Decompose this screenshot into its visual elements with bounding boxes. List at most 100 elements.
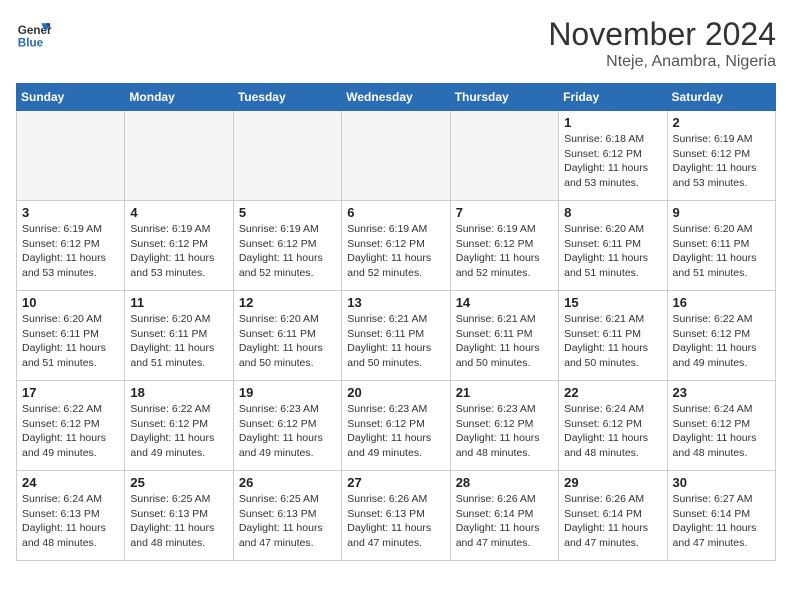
day-number: 22 xyxy=(564,385,661,400)
day-info: Sunrise: 6:22 AMSunset: 6:12 PMDaylight:… xyxy=(22,402,119,461)
day-number: 25 xyxy=(130,475,227,490)
calendar-cell: 27Sunrise: 6:26 AMSunset: 6:13 PMDayligh… xyxy=(342,471,450,561)
calendar-cell: 24 Sunrise: 6:24 AMSunset: 6:13 PMDayligh… xyxy=(17,471,125,561)
day-info: Sunrise: 6:20 AMSunset: 6:11 PMDaylight:… xyxy=(22,312,119,371)
calendar-cell: 10 Sunrise: 6:20 AMSunset: 6:11 PMDayligh… xyxy=(17,291,125,381)
day-number: 16 xyxy=(673,295,770,310)
day-info: Sunrise: 6:24 AMSunset: 6:12 PMDaylight:… xyxy=(564,402,661,461)
calendar-week-row: 1 Sunrise: 6:18 AMSunset: 6:12 PMDaylight… xyxy=(17,111,776,201)
weekday-header: Sunday xyxy=(17,84,125,111)
day-info: Sunrise: 6:21 AMSunset: 6:11 PMDaylight:… xyxy=(347,312,444,371)
day-info: Sunrise: 6:21 AMSunset: 6:11 PMDaylight:… xyxy=(564,312,661,371)
calendar-cell: 26Sunrise: 6:25 AMSunset: 6:13 PMDayligh… xyxy=(233,471,341,561)
calendar-cell: 28 Sunrise: 6:26 AMSunset: 6:14 PMDayligh… xyxy=(450,471,558,561)
day-number: 12 xyxy=(239,295,336,310)
day-number: 2 xyxy=(673,115,770,130)
day-number: 19 xyxy=(239,385,336,400)
day-number: 1 xyxy=(564,115,661,130)
weekday-header: Friday xyxy=(559,84,667,111)
day-info: Sunrise: 6:19 AMSunset: 6:12 PMDaylight:… xyxy=(22,222,119,281)
weekday-header: Wednesday xyxy=(342,84,450,111)
calendar-cell: 17 Sunrise: 6:22 AMSunset: 6:12 PMDayligh… xyxy=(17,381,125,471)
calendar-cell: 9 Sunrise: 6:20 AMSunset: 6:11 PMDaylight… xyxy=(667,201,775,291)
day-info: Sunrise: 6:24 AMSunset: 6:12 PMDaylight:… xyxy=(673,402,770,461)
day-info: Sunrise: 6:27 AMSunset: 6:14 PMDaylight:… xyxy=(673,492,770,551)
day-info: Sunrise: 6:23 AMSunset: 6:12 PMDaylight:… xyxy=(239,402,336,461)
calendar-cell: 13 Sunrise: 6:21 AMSunset: 6:11 PMDayligh… xyxy=(342,291,450,381)
day-number: 21 xyxy=(456,385,553,400)
day-number: 28 xyxy=(456,475,553,490)
day-info: Sunrise: 6:19 AMSunset: 6:12 PMDaylight:… xyxy=(456,222,553,281)
day-info: Sunrise: 6:20 AMSunset: 6:11 PMDaylight:… xyxy=(239,312,336,371)
calendar-week-row: 24 Sunrise: 6:24 AMSunset: 6:13 PMDayligh… xyxy=(17,471,776,561)
weekday-header: Saturday xyxy=(667,84,775,111)
svg-text:Blue: Blue xyxy=(18,37,44,50)
weekday-header: Monday xyxy=(125,84,233,111)
calendar-cell: 5 Sunrise: 6:19 AMSunset: 6:12 PMDaylight… xyxy=(233,201,341,291)
day-info: Sunrise: 6:24 AMSunset: 6:13 PMDaylight:… xyxy=(22,492,119,551)
logo: General Blue xyxy=(16,16,52,52)
calendar-week-row: 17 Sunrise: 6:22 AMSunset: 6:12 PMDayligh… xyxy=(17,381,776,471)
month-title: November 2024 xyxy=(548,16,776,53)
calendar-week-row: 10 Sunrise: 6:20 AMSunset: 6:11 PMDayligh… xyxy=(17,291,776,381)
day-number: 20 xyxy=(347,385,444,400)
calendar-table: SundayMondayTuesdayWednesdayThursdayFrid… xyxy=(16,83,776,561)
calendar-cell: 12 Sunrise: 6:20 AMSunset: 6:11 PMDayligh… xyxy=(233,291,341,381)
calendar-cell xyxy=(17,111,125,201)
calendar-cell: 15Sunrise: 6:21 AMSunset: 6:11 PMDayligh… xyxy=(559,291,667,381)
day-info: Sunrise: 6:20 AMSunset: 6:11 PMDaylight:… xyxy=(673,222,770,281)
calendar-cell: 21 Sunrise: 6:23 AMSunset: 6:12 PMDayligh… xyxy=(450,381,558,471)
calendar-cell: 7 Sunrise: 6:19 AMSunset: 6:12 PMDaylight… xyxy=(450,201,558,291)
day-info: Sunrise: 6:23 AMSunset: 6:12 PMDaylight:… xyxy=(456,402,553,461)
day-number: 14 xyxy=(456,295,553,310)
day-number: 30 xyxy=(673,475,770,490)
calendar-cell: 2 Sunrise: 6:19 AMSunset: 6:12 PMDaylight… xyxy=(667,111,775,201)
day-number: 7 xyxy=(456,205,553,220)
day-info: Sunrise: 6:21 AMSunset: 6:11 PMDaylight:… xyxy=(456,312,553,371)
day-info: Sunrise: 6:23 AMSunset: 6:12 PMDaylight:… xyxy=(347,402,444,461)
calendar-cell xyxy=(450,111,558,201)
calendar-cell: 20 Sunrise: 6:23 AMSunset: 6:12 PMDayligh… xyxy=(342,381,450,471)
calendar-cell xyxy=(125,111,233,201)
calendar-cell: 14 Sunrise: 6:21 AMSunset: 6:11 PMDayligh… xyxy=(450,291,558,381)
calendar-week-row: 3 Sunrise: 6:19 AMSunset: 6:12 PMDaylight… xyxy=(17,201,776,291)
day-info: Sunrise: 6:18 AMSunset: 6:12 PMDaylight:… xyxy=(564,132,661,191)
calendar-cell: 1 Sunrise: 6:18 AMSunset: 6:12 PMDaylight… xyxy=(559,111,667,201)
day-number: 23 xyxy=(673,385,770,400)
calendar-cell: 8Sunrise: 6:20 AMSunset: 6:11 PMDaylight… xyxy=(559,201,667,291)
day-info: Sunrise: 6:19 AMSunset: 6:12 PMDaylight:… xyxy=(673,132,770,191)
calendar-cell: 29Sunrise: 6:26 AMSunset: 6:14 PMDayligh… xyxy=(559,471,667,561)
day-number: 26 xyxy=(239,475,336,490)
day-number: 27 xyxy=(347,475,444,490)
day-number: 13 xyxy=(347,295,444,310)
day-info: Sunrise: 6:26 AMSunset: 6:14 PMDaylight:… xyxy=(564,492,661,551)
calendar-cell: 22 Sunrise: 6:24 AMSunset: 6:12 PMDayligh… xyxy=(559,381,667,471)
day-number: 4 xyxy=(130,205,227,220)
day-number: 18 xyxy=(130,385,227,400)
day-info: Sunrise: 6:19 AMSunset: 6:12 PMDaylight:… xyxy=(347,222,444,281)
day-number: 24 xyxy=(22,475,119,490)
page-header: General Blue November 2024 Nteje, Anambr… xyxy=(16,16,776,71)
weekday-header: Thursday xyxy=(450,84,558,111)
day-info: Sunrise: 6:26 AMSunset: 6:14 PMDaylight:… xyxy=(456,492,553,551)
calendar-header-row: SundayMondayTuesdayWednesdayThursdayFrid… xyxy=(17,84,776,111)
calendar-cell: 19 Sunrise: 6:23 AMSunset: 6:12 PMDayligh… xyxy=(233,381,341,471)
calendar-cell xyxy=(342,111,450,201)
day-number: 5 xyxy=(239,205,336,220)
calendar-cell: 18Sunrise: 6:22 AMSunset: 6:12 PMDayligh… xyxy=(125,381,233,471)
calendar-cell: 3 Sunrise: 6:19 AMSunset: 6:12 PMDaylight… xyxy=(17,201,125,291)
logo-icon: General Blue xyxy=(16,16,52,52)
calendar-cell: 25Sunrise: 6:25 AMSunset: 6:13 PMDayligh… xyxy=(125,471,233,561)
day-info: Sunrise: 6:19 AMSunset: 6:12 PMDaylight:… xyxy=(239,222,336,281)
day-info: Sunrise: 6:22 AMSunset: 6:12 PMDaylight:… xyxy=(673,312,770,371)
calendar-cell xyxy=(233,111,341,201)
weekday-header: Tuesday xyxy=(233,84,341,111)
day-info: Sunrise: 6:20 AMSunset: 6:11 PMDaylight:… xyxy=(130,312,227,371)
day-number: 3 xyxy=(22,205,119,220)
day-number: 10 xyxy=(22,295,119,310)
day-number: 9 xyxy=(673,205,770,220)
day-number: 17 xyxy=(22,385,119,400)
calendar-cell: 16 Sunrise: 6:22 AMSunset: 6:12 PMDayligh… xyxy=(667,291,775,381)
calendar-cell: 11 Sunrise: 6:20 AMSunset: 6:11 PMDayligh… xyxy=(125,291,233,381)
day-number: 11 xyxy=(130,295,227,310)
